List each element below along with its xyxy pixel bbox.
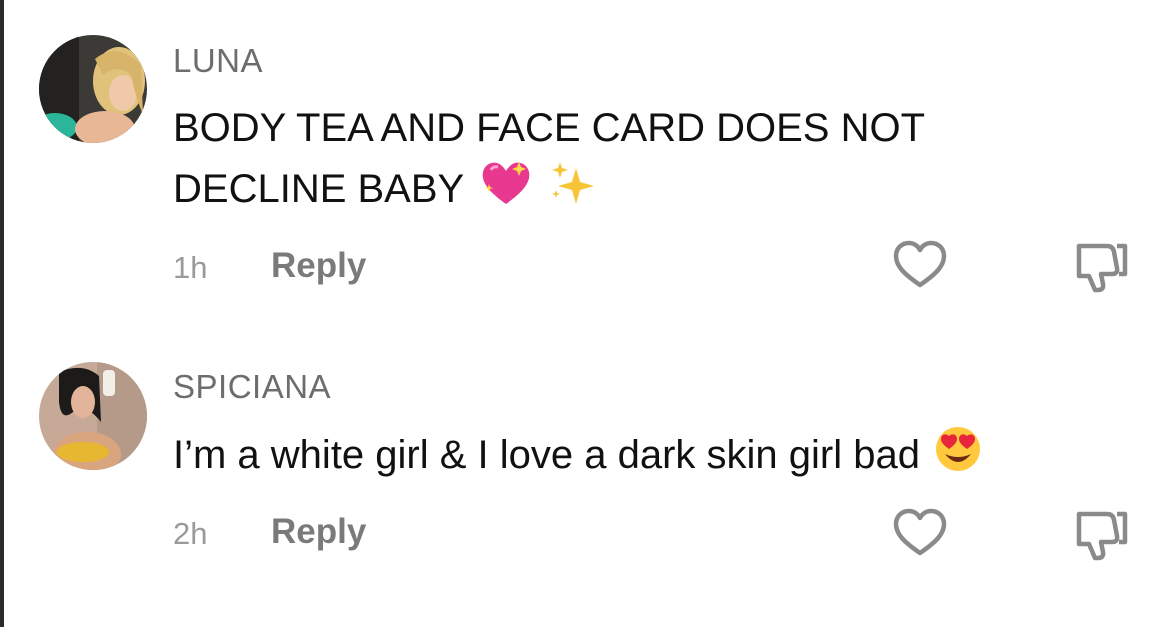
reply-button[interactable]: Reply <box>271 512 366 552</box>
thumbs-down-outline-icon <box>1073 508 1129 562</box>
comment-timestamp: 2h <box>173 516 208 551</box>
like-button[interactable] <box>892 240 948 290</box>
like-button[interactable] <box>892 508 948 558</box>
avatar[interactable] <box>39 362 147 470</box>
reply-button[interactable]: Reply <box>271 246 366 286</box>
heart-outline-icon <box>892 240 948 290</box>
dislike-button[interactable] <box>1073 240 1129 294</box>
thumbs-down-outline-icon <box>1073 240 1129 294</box>
username[interactable]: LUNA <box>173 42 263 80</box>
comment-text-content: I’m a white girl & I love a dark skin gi… <box>173 433 920 478</box>
username[interactable]: SPICIANA <box>173 368 331 406</box>
comment-text: BODY TEA AND FACE CARD DOES NOT DECLINE … <box>173 98 1053 225</box>
comment-timestamp: 1h <box>173 250 208 285</box>
sparkles-emoji <box>548 158 598 225</box>
avatar[interactable] <box>39 35 147 143</box>
sparkling-heart-emoji <box>479 158 533 225</box>
dislike-button[interactable] <box>1073 508 1129 562</box>
heart-eyes-emoji <box>933 424 983 491</box>
heart-outline-icon <box>892 508 948 558</box>
window-edge <box>0 0 4 627</box>
comment-text: I’m a white girl & I love a dark skin gi… <box>173 424 1153 491</box>
